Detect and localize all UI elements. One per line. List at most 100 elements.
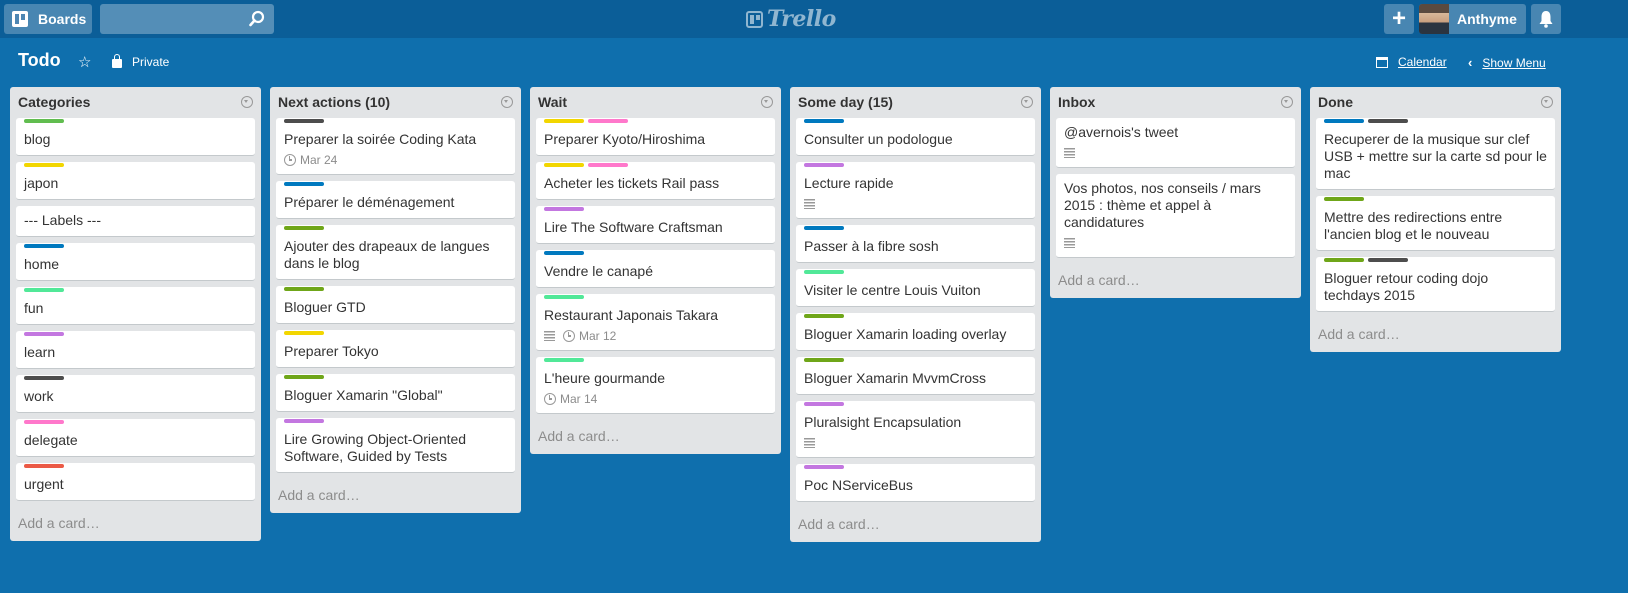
list-menu-icon[interactable] (241, 96, 253, 108)
visibility-button[interactable]: Private (112, 54, 170, 69)
card-title: Ajouter des drapeaux de langues dans le … (284, 238, 490, 271)
search-input[interactable] (100, 4, 240, 34)
list-title[interactable]: Next actions (10) (278, 94, 390, 110)
user-name: Anthyme (1457, 11, 1517, 27)
card[interactable]: Vos photos, nos conseils / mars 2015 : t… (1056, 174, 1295, 258)
card[interactable]: Visiter le centre Louis Vuiton (796, 269, 1035, 307)
list-header: Wait (530, 87, 781, 115)
card[interactable]: Preparer Tokyo (276, 330, 515, 368)
card[interactable]: fun (16, 287, 255, 325)
card-title: Vendre le canapé (544, 263, 653, 279)
card[interactable]: Consulter un podologue (796, 118, 1035, 156)
card[interactable]: Passer à la fibre sosh (796, 225, 1035, 263)
lock-icon (112, 54, 122, 68)
add-card-button[interactable]: Add a card… (10, 507, 261, 541)
calendar-icon (1376, 56, 1388, 68)
top-header: Boards Trello + Anthyme (0, 0, 1628, 38)
list-menu-icon[interactable] (1021, 96, 1033, 108)
card[interactable]: Bloguer Xamarin "Global" (276, 374, 515, 412)
card-labels (804, 119, 1027, 124)
card[interactable]: urgent (16, 463, 255, 501)
card-labels (544, 251, 767, 256)
list-title[interactable]: Done (1318, 94, 1353, 110)
card[interactable]: Bloguer retour coding dojo techdays 2015 (1316, 257, 1555, 312)
add-card-button[interactable]: Add a card… (790, 508, 1041, 542)
trello-logo[interactable]: Trello (746, 6, 836, 32)
list-title[interactable]: Inbox (1058, 94, 1095, 110)
card-label (804, 119, 844, 123)
clock-icon (563, 330, 575, 342)
boards-button[interactable]: Boards (4, 4, 92, 34)
card-label (24, 244, 64, 248)
card[interactable]: Vendre le canapé (536, 250, 775, 288)
card[interactable]: --- Labels --- (16, 206, 255, 237)
add-button[interactable]: + (1384, 4, 1414, 34)
card[interactable]: blog (16, 118, 255, 156)
card-label (804, 163, 844, 167)
list-1: Next actions (10) Preparer la soirée Codi… (270, 87, 521, 513)
card[interactable]: @avernois's tweet (1056, 118, 1295, 168)
card-label (284, 331, 324, 335)
card-title: Bloguer retour coding dojo techdays 2015 (1324, 270, 1489, 303)
star-icon[interactable]: ☆ (78, 53, 91, 71)
card[interactable]: japon (16, 162, 255, 200)
list-menu-icon[interactable] (1281, 96, 1293, 108)
card[interactable]: Lecture rapide (796, 162, 1035, 219)
card[interactable]: home (16, 243, 255, 281)
card[interactable]: Bloguer Xamarin MvvmCross (796, 357, 1035, 395)
card-title: L'heure gourmande (544, 370, 665, 386)
list-menu-icon[interactable] (501, 96, 513, 108)
card[interactable]: Bloguer Xamarin loading overlay (796, 313, 1035, 351)
card[interactable]: Recuperer de la musique sur clef USB + m… (1316, 118, 1555, 190)
notifications-button[interactable] (1531, 4, 1561, 34)
card-badges: Mar 24 (284, 153, 507, 167)
card[interactable]: Acheter les tickets Rail pass (536, 162, 775, 200)
list-title[interactable]: Wait (538, 94, 567, 110)
card-labels (804, 314, 1027, 319)
card[interactable]: Pluralsight Encapsulation (796, 401, 1035, 458)
card-label (24, 376, 64, 380)
card[interactable]: delegate (16, 419, 255, 457)
search-box[interactable] (100, 4, 274, 34)
card-labels (804, 226, 1027, 231)
due-date: Mar 24 (300, 153, 338, 167)
card[interactable]: Lire Growing Object-Oriented Software, G… (276, 418, 515, 473)
card-label (24, 163, 64, 167)
show-menu-button[interactable]: ‹ Show Menu (1468, 55, 1546, 70)
boards-icon (12, 11, 28, 27)
card[interactable]: Préparer le déménagement (276, 181, 515, 219)
due-date: Mar 14 (560, 392, 598, 406)
card[interactable]: Restaurant Japonais Takara Mar 12 (536, 294, 775, 351)
card[interactable]: Poc NServiceBus (796, 464, 1035, 502)
card[interactable]: L'heure gourmande Mar 14 (536, 357, 775, 414)
board-title[interactable]: Todo (18, 50, 61, 71)
add-card-button[interactable]: Add a card… (1050, 264, 1301, 298)
user-menu-button[interactable]: Anthyme (1419, 4, 1526, 34)
card-labels (24, 288, 247, 293)
visibility-label: Private (132, 55, 170, 69)
card-labels (804, 358, 1027, 363)
add-card-button[interactable]: Add a card… (1310, 318, 1561, 352)
add-card-button[interactable]: Add a card… (530, 420, 781, 454)
list-menu-icon[interactable] (761, 96, 773, 108)
calendar-button[interactable]: Calendar (1376, 55, 1447, 69)
card-labels (804, 163, 1027, 168)
search-icon[interactable] (248, 10, 266, 28)
add-card-button[interactable]: Add a card… (270, 479, 521, 513)
card[interactable]: work (16, 375, 255, 413)
card[interactable]: Ajouter des drapeaux de langues dans le … (276, 225, 515, 280)
card-labels (284, 119, 507, 124)
card[interactable]: learn (16, 331, 255, 369)
card[interactable]: Lire The Software Craftsman (536, 206, 775, 244)
card-label (24, 119, 64, 123)
card[interactable]: Mettre des redirections entre l'ancien b… (1316, 196, 1555, 251)
card[interactable]: Preparer la soirée Coding Kata Mar 24 (276, 118, 515, 175)
list-title[interactable]: Categories (18, 94, 90, 110)
card-title: Lire Growing Object-Oriented Software, G… (284, 431, 467, 464)
list-title[interactable]: Some day (15) (798, 94, 893, 110)
card-labels (1324, 197, 1547, 202)
card[interactable]: Preparer Kyoto/Hiroshima (536, 118, 775, 156)
card[interactable]: Bloguer GTD (276, 286, 515, 324)
card-label (24, 420, 64, 424)
list-menu-icon[interactable] (1541, 96, 1553, 108)
